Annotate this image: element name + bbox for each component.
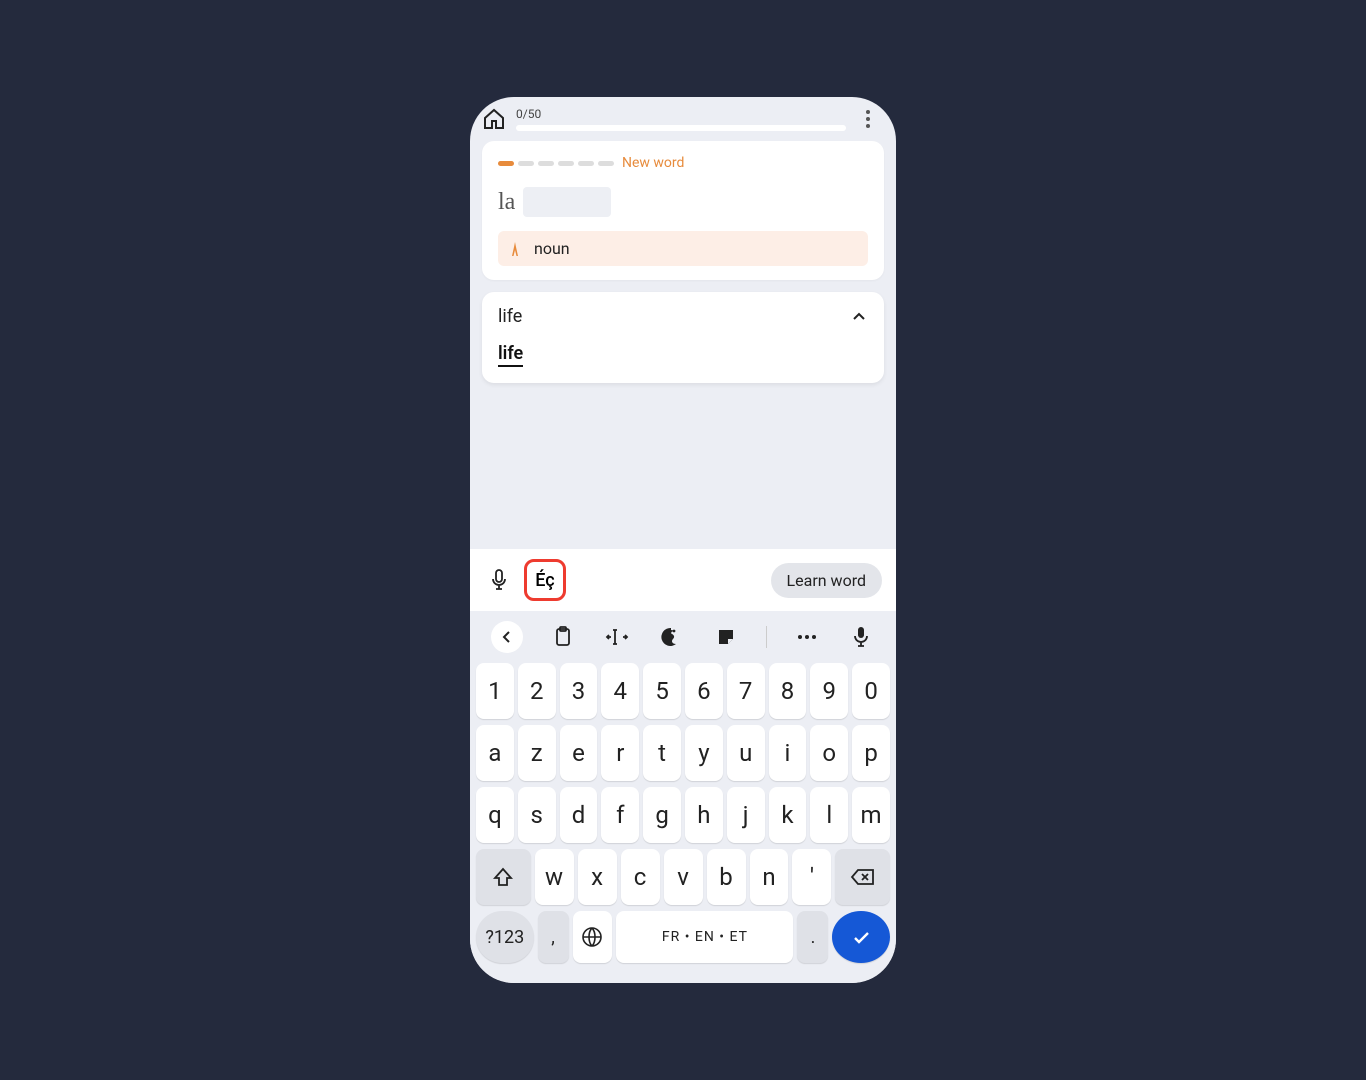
key-1[interactable]: 1 (476, 663, 514, 719)
key-8[interactable]: 8 (769, 663, 807, 719)
word-input-blank[interactable] (523, 187, 611, 217)
key-q[interactable]: q (476, 787, 514, 843)
key-o[interactable]: o (810, 725, 848, 781)
keyboard-row-2: a z e r t y u i o p (476, 725, 890, 781)
home-icon[interactable] (482, 107, 506, 131)
key-f[interactable]: f (601, 787, 639, 843)
key-a[interactable]: a (476, 725, 514, 781)
status-row: New word (498, 155, 868, 171)
key-u[interactable]: u (727, 725, 765, 781)
menu-icon[interactable] (856, 110, 880, 128)
key-l[interactable]: l (810, 787, 848, 843)
key-k[interactable]: k (769, 787, 807, 843)
eiffel-icon (510, 241, 520, 257)
kb-back-icon[interactable] (491, 621, 523, 653)
key-y[interactable]: y (685, 725, 723, 781)
key-enter[interactable] (832, 911, 890, 963)
key-0[interactable]: 0 (852, 663, 890, 719)
keyboard-row-1: 1 2 3 4 5 6 7 8 9 0 (476, 663, 890, 719)
progress-bar (516, 125, 846, 131)
text-select-icon[interactable] (603, 623, 631, 651)
collapse-icon[interactable] (850, 308, 868, 326)
key-language[interactable] (573, 911, 613, 963)
key-apostrophe[interactable]: ' (792, 849, 831, 905)
sticker-icon[interactable] (712, 623, 740, 651)
key-w[interactable]: w (535, 849, 574, 905)
key-h[interactable]: h (685, 787, 723, 843)
progress-dashes (498, 161, 614, 166)
key-period[interactable]: . (797, 911, 828, 963)
answer-header: life (498, 306, 868, 327)
kb-mic-icon[interactable] (847, 623, 875, 651)
word-card: New word la noun (482, 141, 884, 280)
phone-frame: 0/50 New word la (470, 97, 896, 983)
word-row: la (498, 187, 868, 217)
learn-word-button[interactable]: Learn word (771, 563, 882, 598)
answer-option[interactable]: life (498, 343, 523, 367)
key-m[interactable]: m (852, 787, 890, 843)
key-i[interactable]: i (769, 725, 807, 781)
answer-card: life life (482, 292, 884, 383)
part-of-speech-row: noun (498, 231, 868, 266)
app-header: 0/50 (470, 97, 896, 141)
key-4[interactable]: 4 (601, 663, 639, 719)
accent-label: Éç (535, 570, 554, 591)
key-backspace[interactable] (835, 849, 890, 905)
key-e[interactable]: e (560, 725, 598, 781)
key-b[interactable]: b (707, 849, 746, 905)
key-x[interactable]: x (578, 849, 617, 905)
key-2[interactable]: 2 (518, 663, 556, 719)
key-7[interactable]: 7 (727, 663, 765, 719)
keyboard: 1 2 3 4 5 6 7 8 9 0 a z e r t y u i o p … (470, 611, 896, 983)
keyboard-toolbar (476, 615, 890, 663)
key-z[interactable]: z (518, 725, 556, 781)
pos-label: noun (534, 239, 570, 258)
keyboard-row-5: ?123 , FR • EN • ET . (476, 911, 890, 963)
progress-label: 0/50 (516, 107, 846, 121)
status-label: New word (622, 155, 684, 171)
key-r[interactable]: r (601, 725, 639, 781)
more-icon[interactable] (793, 623, 821, 651)
key-v[interactable]: v (664, 849, 703, 905)
key-n[interactable]: n (750, 849, 789, 905)
clipboard-icon[interactable] (549, 623, 577, 651)
accent-button[interactable]: Éç (524, 559, 566, 601)
key-s[interactable]: s (518, 787, 556, 843)
article-text: la (498, 189, 515, 216)
separator (766, 626, 767, 648)
progress-wrap: 0/50 (516, 107, 846, 131)
key-c[interactable]: c (621, 849, 660, 905)
key-9[interactable]: 9 (810, 663, 848, 719)
key-p[interactable]: p (852, 725, 890, 781)
key-3[interactable]: 3 (560, 663, 598, 719)
key-t[interactable]: t (643, 725, 681, 781)
learn-word-label: Learn word (787, 571, 866, 590)
keyboard-row-4: w x c v b n ' (476, 849, 890, 905)
key-comma[interactable]: , (538, 911, 569, 963)
key-numeric[interactable]: ?123 (476, 911, 534, 963)
answer-title: life (498, 306, 522, 327)
theme-icon[interactable] (657, 623, 685, 651)
key-g[interactable]: g (643, 787, 681, 843)
key-j[interactable]: j (727, 787, 765, 843)
key-d[interactable]: d (560, 787, 598, 843)
input-toolbar: Éç Learn word (470, 549, 896, 611)
key-6[interactable]: 6 (685, 663, 723, 719)
key-5[interactable]: 5 (643, 663, 681, 719)
key-shift[interactable] (476, 849, 531, 905)
mic-icon[interactable] (484, 565, 514, 595)
keyboard-row-3: q s d f g h j k l m (476, 787, 890, 843)
key-space[interactable]: FR • EN • ET (616, 911, 793, 963)
